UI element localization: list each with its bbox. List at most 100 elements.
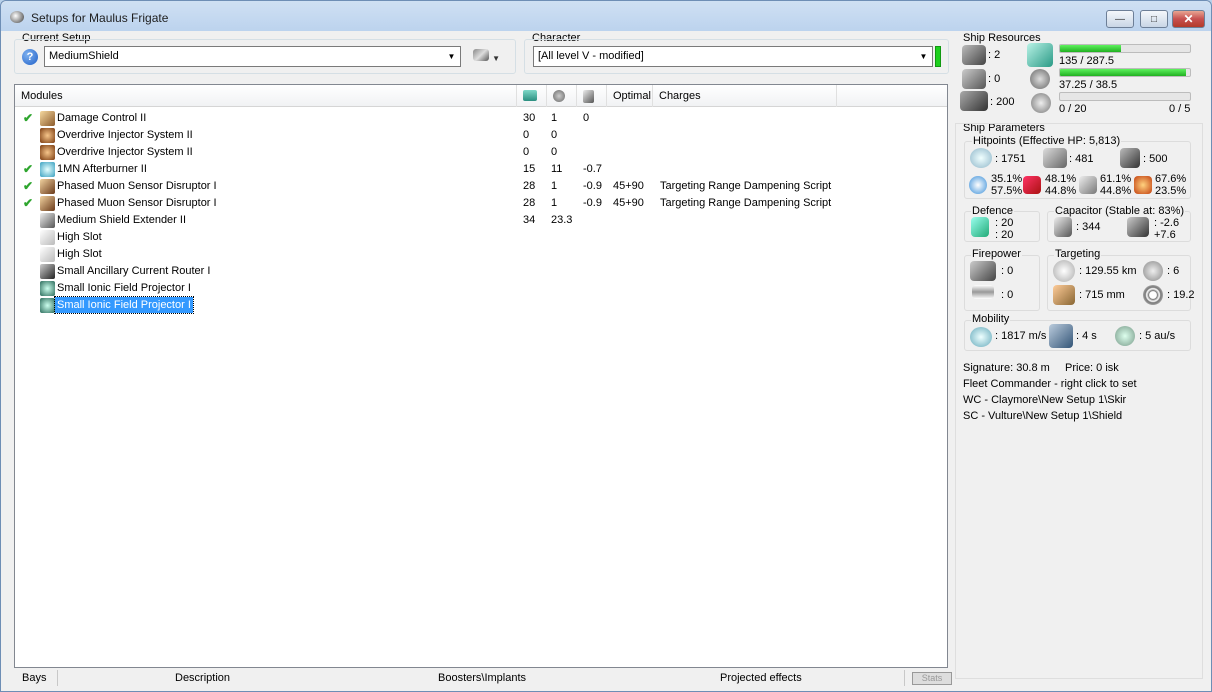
module-cpu: 28 — [523, 180, 536, 192]
module-name: Phased Muon Sensor Disruptor I — [57, 180, 217, 192]
module-name: Small Ancillary Current Router I — [57, 265, 211, 277]
tab-boosters-implants[interactable]: Boosters\Implants — [438, 672, 526, 684]
active-check-icon[interactable]: ✔ — [23, 111, 33, 125]
drone-bandwidth-bar — [1059, 92, 1191, 101]
module-name: Small Ionic Field Projector I — [57, 282, 191, 294]
module-name: Medium Shield Extender II — [57, 214, 187, 226]
character-status-indicator — [935, 46, 941, 67]
module-row[interactable]: Small Ancillary Current Router I — [15, 263, 947, 280]
max-speed-value: : 1817 m/s — [995, 330, 1047, 342]
max-targets-value: : 6 — [1167, 265, 1180, 277]
module-name: Phased Muon Sensor Disruptor I — [57, 197, 217, 209]
col-modules[interactable]: Modules — [15, 85, 517, 107]
signature-value: Signature: 30.8 m — [963, 362, 1050, 374]
powergrid-bar — [1059, 68, 1191, 77]
cpu-bar — [1059, 44, 1191, 53]
setup-select[interactable]: MediumShield ▼ — [44, 46, 461, 67]
module-name: High Slot — [57, 248, 102, 260]
module-icon — [40, 179, 55, 194]
modules-list[interactable]: Modules Optimal Charges ✔ Damage Control … — [14, 84, 948, 668]
fleet-commander-label[interactable]: Fleet Commander - right click to set — [963, 378, 1137, 390]
tab-description[interactable]: Description — [175, 672, 230, 684]
module-icon — [40, 230, 55, 245]
cpu-icon — [523, 90, 537, 101]
module-name: Overdrive Injector System II — [57, 146, 193, 158]
price-value: Price: 0 isk — [1065, 362, 1119, 374]
module-powergrid: 0 — [551, 129, 558, 141]
module-row[interactable]: Medium Shield Extender II 34 23.3 — [15, 212, 947, 229]
module-row[interactable]: ✔ 1MN Afterburner II 15 11 -0.7 — [15, 161, 947, 178]
missile-damage-icon — [972, 285, 994, 299]
character-select[interactable]: [All level V - modified] ▼ — [533, 46, 933, 67]
col-optimal[interactable]: Optimal — [607, 85, 653, 107]
active-check-icon[interactable]: ✔ — [23, 162, 33, 176]
warp-speed-icon — [1115, 326, 1135, 346]
module-capacitor: -0.9 — [583, 180, 602, 192]
module-row[interactable]: ✔ Phased Muon Sensor Disruptor I 28 1 -0.9 45… — [15, 195, 947, 212]
maximize-button[interactable]: □ — [1140, 10, 1168, 28]
align-time-value: : 4 s — [1076, 330, 1097, 342]
chevron-down-icon: ▼ — [447, 52, 456, 61]
capacitor-icon — [1054, 217, 1072, 237]
mobility-label: Mobility — [971, 313, 1011, 325]
module-capacitor: -0.7 — [583, 163, 602, 175]
capacitor-delta-values: : -2.6 +7.6 — [1154, 217, 1180, 241]
module-powergrid: 1 — [551, 180, 558, 192]
module-cpu: 30 — [523, 112, 536, 124]
targeting-label: Targeting — [1054, 248, 1102, 260]
module-row[interactable]: High Slot — [15, 246, 947, 263]
stats-button[interactable]: Stats — [912, 672, 952, 685]
powergrid-icon — [553, 90, 565, 102]
launcher-slots-value: : 0 — [988, 73, 1001, 85]
module-row[interactable]: Small Ionic Field Projector I — [15, 296, 947, 314]
shield-hp-value: : 1751 — [995, 153, 1026, 165]
module-row[interactable]: ✔ Damage Control II 30 1 0 — [15, 110, 947, 127]
col-charges[interactable]: Charges — [653, 85, 837, 107]
tab-separator — [904, 670, 905, 686]
em-resist-values: 35.1% 57.5% — [991, 173, 1023, 197]
scan-resolution-icon — [1053, 285, 1075, 305]
armor-hp-value: : 481 — [1069, 153, 1094, 165]
module-row[interactable]: Overdrive Injector System II 0 0 — [15, 144, 947, 161]
active-check-icon[interactable]: ✔ — [23, 179, 33, 193]
module-name: Damage Control II — [57, 112, 147, 124]
module-row[interactable]: Small Ionic Field Projector I — [15, 280, 947, 297]
turret-hardpoint-icon — [962, 45, 986, 65]
structure-icon — [1120, 148, 1140, 168]
capacitor-amount: : 344 — [1076, 221, 1101, 233]
cpu-value: 135 / 287.5 — [1059, 55, 1115, 67]
module-cpu: 0 — [523, 146, 530, 158]
module-row[interactable]: ✔ Phased Muon Sensor Disruptor I 28 1 -0.9 45… — [15, 178, 947, 195]
turret-damage-icon — [970, 261, 996, 281]
col-capacitor[interactable] — [577, 85, 607, 107]
module-cpu: 0 — [523, 129, 530, 141]
sensor-strength-value: : 19.2 — [1167, 289, 1195, 301]
module-row[interactable]: Overdrive Injector System II 0 0 — [15, 127, 947, 144]
targeting-range-value: : 129.55 km — [1079, 265, 1137, 277]
targeting-range-icon — [1053, 260, 1075, 282]
tab-separator — [57, 670, 58, 686]
turret-dps-value: : 0 — [1001, 265, 1014, 277]
col-cpu[interactable] — [517, 85, 547, 107]
tab-projected-effects[interactable]: Projected effects — [720, 672, 802, 684]
setup-tools-button[interactable]: ▼ — [473, 49, 500, 64]
defence-values: : 20: 20 — [995, 217, 1014, 241]
title-bar: Setups for Maulus Frigate — □ ✕ — [1, 1, 1211, 31]
bottom-tab-bar: Bays Description Boosters\Implants Proje… — [14, 669, 952, 687]
warp-speed-value: : 5 au/s — [1139, 330, 1176, 342]
module-row[interactable]: High Slot — [15, 229, 947, 246]
module-icon — [40, 196, 55, 211]
wing-commander-label[interactable]: WC - Claymore\New Setup 1\Skir — [963, 394, 1126, 406]
module-cpu: 34 — [523, 214, 536, 226]
active-check-icon[interactable]: ✔ — [23, 196, 33, 210]
close-button[interactable]: ✕ — [1172, 10, 1205, 28]
minimize-button[interactable]: — — [1106, 10, 1134, 28]
module-icon — [40, 213, 55, 228]
tab-bays[interactable]: Bays — [22, 672, 46, 684]
powergrid-icon — [1030, 69, 1050, 89]
squad-commander-label[interactable]: SC - Vulture\New Setup 1\Shield — [963, 410, 1122, 422]
module-name: Overdrive Injector System II — [57, 129, 193, 141]
col-powergrid[interactable] — [547, 85, 577, 107]
module-cpu: 28 — [523, 197, 536, 209]
help-icon[interactable]: ? — [22, 49, 38, 65]
